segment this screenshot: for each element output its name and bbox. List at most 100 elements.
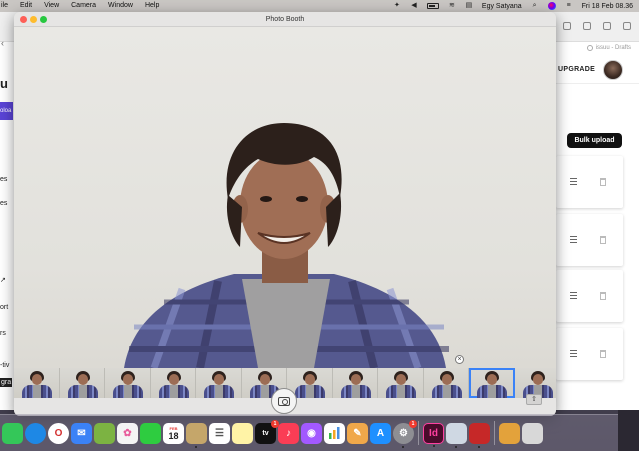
photobooth-titlebar: Photo Booth [14, 12, 556, 27]
trash-icon[interactable] [600, 292, 606, 300]
document-card[interactable] [556, 156, 623, 208]
upgrade-link[interactable]: UPGRADE [558, 66, 595, 73]
document-card[interactable] [556, 328, 623, 380]
edit-icon[interactable] [570, 178, 577, 186]
sidebar-item-label[interactable]: ort [0, 304, 8, 311]
numbers-icon[interactable] [324, 422, 345, 444]
appletv-icon[interactable]: tv 1 [255, 419, 279, 444]
photo-thumbnail[interactable] [14, 368, 60, 398]
podcasts-icon[interactable]: ◉ [301, 422, 322, 444]
mail-icon[interactable]: ✉ [71, 422, 92, 444]
appstore-icon[interactable]: A [370, 422, 391, 444]
share-button[interactable]: ⇧ [526, 394, 542, 405]
reminders-icon[interactable]: ☰ [209, 422, 230, 444]
sidebar-item-label[interactable]: rs [0, 330, 6, 337]
take-photo-button[interactable] [271, 388, 297, 414]
tabs-overview-icon[interactable] [623, 22, 631, 30]
external-link-icon[interactable]: ↗ [0, 276, 6, 284]
thumbnail-part [305, 374, 315, 385]
thumbnail-part [350, 374, 361, 385]
sidebar-upgrade-button[interactable]: gra [0, 378, 13, 387]
pages-icon[interactable]: ✎ [347, 422, 368, 444]
preview-icon[interactable] [446, 422, 467, 448]
dock-separator [494, 421, 495, 445]
safari-icon[interactable] [25, 422, 46, 444]
facetime-icon[interactable] [140, 422, 161, 444]
share-icon[interactable] [583, 22, 591, 30]
acrobat-icon[interactable] [469, 422, 490, 448]
photo-thumbnail[interactable] [423, 368, 469, 398]
edit-icon[interactable] [570, 350, 577, 358]
spotlight-icon[interactable]: ⌕ [531, 2, 539, 10]
bulk-upload-button[interactable]: Bulk upload [567, 133, 622, 148]
thumbnail-part [487, 374, 497, 385]
trash-icon[interactable] [600, 350, 606, 358]
butterfly-icon[interactable]: ✦ [393, 2, 401, 10]
photos-icon[interactable]: ✿ [117, 422, 138, 444]
back-chevron-icon[interactable]: ‹ [1, 38, 4, 48]
new-tab-icon[interactable] [603, 22, 611, 30]
battery-icon[interactable] [426, 3, 439, 9]
control-center-icon[interactable]: ▤ [465, 2, 473, 10]
photo-thumbnail[interactable] [469, 368, 515, 398]
calendar-icon[interactable]: FEB 18 [163, 422, 184, 444]
thumbnail-part [32, 374, 42, 385]
menu-file[interactable]: ile [0, 0, 14, 12]
opera-icon[interactable]: O [48, 422, 69, 444]
thumbnail-part [442, 385, 451, 398]
person-preview-image [124, 123, 449, 368]
sidebar-item-label[interactable]: es [0, 200, 7, 207]
clock[interactable]: Fri 18 Feb 08.36 [582, 3, 633, 10]
sidebar-item-label[interactable]: -tiv [0, 362, 9, 369]
trash-icon[interactable] [600, 236, 606, 244]
delete-photo-icon[interactable]: × [455, 355, 464, 364]
avatar[interactable] [603, 60, 623, 80]
appletv-label: tv [262, 429, 269, 437]
indesign-icon[interactable]: Id [423, 422, 444, 447]
notes-icon[interactable] [232, 422, 253, 444]
browser-toolbar-icons [563, 22, 631, 30]
menu-camera[interactable]: Camera [65, 0, 102, 12]
indesign-label: Id [429, 427, 438, 439]
thumbnail-part [214, 374, 224, 385]
messages-icon[interactable] [2, 422, 23, 444]
menu-items: ile Edit View Camera Window Help [0, 0, 165, 12]
calendar-date: 18 [168, 430, 179, 441]
edit-icon[interactable] [570, 292, 577, 300]
photo-thumbnail[interactable] [150, 368, 196, 398]
notification-icon[interactable]: ≡ [565, 2, 573, 10]
menu-help[interactable]: Help [139, 0, 165, 12]
menu-bar: ile Edit View Camera Window Help ✦ ◀ ≋ ▤… [0, 0, 639, 12]
photo-thumbnail[interactable] [196, 368, 242, 398]
music-icon[interactable]: ♪ [278, 422, 299, 444]
window-title: Photo Booth [265, 16, 305, 23]
photo-thumbnail[interactable] [59, 368, 105, 398]
folder-icon[interactable] [499, 422, 520, 444]
photo-thumbnail[interactable] [332, 368, 378, 398]
system-preferences-icon[interactable]: ⚙ 1 [393, 419, 417, 448]
shield-icon[interactable] [563, 22, 571, 30]
siri-icon[interactable] [547, 2, 556, 10]
thumbnail-part [260, 385, 269, 398]
photo-thumbnail[interactable] [378, 368, 424, 398]
menu-view[interactable]: View [38, 0, 65, 12]
menu-extras: ✦ ◀ ≋ ▤ Egy Satyana ⌕ ≡ Fri 18 Feb 08.36 [393, 0, 633, 12]
tab-title[interactable]: issuu - Drafts [586, 45, 631, 51]
sidebar-item-label[interactable]: es [0, 176, 7, 183]
edit-icon[interactable] [570, 236, 577, 244]
wifi-icon[interactable]: ≋ [448, 2, 456, 10]
sound-icon[interactable]: ◀ [410, 2, 418, 10]
thumbnail-part [532, 374, 543, 385]
finder-brown-icon[interactable] [186, 422, 207, 448]
document-card[interactable] [556, 270, 623, 322]
menu-window[interactable]: Window [102, 0, 139, 12]
issuu-logo-fragment[interactable]: u [0, 76, 8, 91]
photo-thumbnail[interactable] [105, 368, 151, 398]
trash-icon[interactable] [600, 178, 606, 186]
menu-edit[interactable]: Edit [14, 0, 38, 12]
trash-icon[interactable] [522, 422, 543, 444]
upload-button[interactable]: oloa [0, 102, 13, 120]
maps-icon[interactable] [94, 422, 115, 444]
user-name[interactable]: Egy Satyana [482, 3, 522, 10]
document-card[interactable] [556, 214, 623, 266]
